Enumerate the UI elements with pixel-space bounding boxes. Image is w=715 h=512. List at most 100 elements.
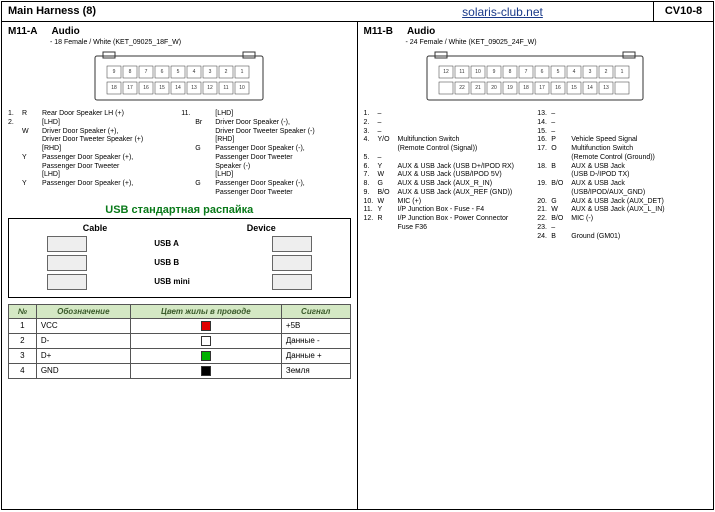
site-link[interactable]: solaris-club.net	[352, 2, 653, 21]
connector-subtitle: - 18 Female / White (KET_09025_18F_W)	[50, 39, 351, 46]
columns: M11-A Audio - 18 Female / White (KET_090…	[2, 22, 713, 510]
svg-text:1: 1	[241, 69, 244, 75]
usb-title: USB стандартная распайка	[8, 204, 351, 216]
svg-text:13: 13	[191, 85, 197, 91]
usb-row: USB mini	[13, 274, 346, 290]
svg-text:18: 18	[523, 85, 529, 91]
pin-table-b: 1.–2.–3.–4.Y/OMultifunction Switch(Remot…	[364, 110, 708, 241]
connector-diagram-a: 987654321181716151413121110	[69, 50, 289, 110]
svg-text:15: 15	[571, 85, 577, 91]
svg-text:7: 7	[145, 69, 148, 75]
wire-th-label: Обозначение	[36, 304, 130, 318]
page: Main Harness (8) solaris-club.net CV10-8…	[1, 1, 714, 510]
pin-row: Speaker (-)	[181, 163, 350, 172]
left-column: M11-A Audio - 18 Female / White (KET_090…	[2, 22, 358, 510]
pin-row: Passenger Door Tweeter	[181, 189, 350, 198]
pin-row: 4.Y/OMultifunction Switch	[364, 136, 534, 145]
usb-device-icon	[272, 236, 312, 252]
connector-name: Audio	[51, 26, 79, 37]
connector-header: M11-A Audio	[8, 26, 351, 37]
connector-name: Audio	[407, 26, 435, 37]
pin-row: 1.–	[364, 110, 534, 119]
svg-text:8: 8	[129, 69, 132, 75]
pin-row: (Remote Control (Signal))	[364, 145, 534, 154]
usb-row: USB A	[13, 236, 346, 252]
usb-device-icon	[272, 255, 312, 271]
svg-text:5: 5	[557, 69, 560, 75]
wire-th-color: Цвет жилы в проводе	[130, 304, 281, 318]
pin-row: WDriver Door Speaker (+),	[8, 128, 177, 137]
connector-diagram-b: 12111098765432122212019181716151413	[405, 50, 665, 110]
usb-pinout-box: Cable Device USB AUSB BUSB mini	[8, 218, 351, 298]
svg-text:22: 22	[459, 85, 465, 91]
wire-row: 2D-Данные -	[9, 333, 351, 348]
svg-text:11: 11	[460, 69, 465, 75]
svg-text:14: 14	[587, 85, 593, 91]
pin-row: 2.–	[364, 119, 534, 128]
svg-text:3: 3	[209, 69, 212, 75]
usb-cable-icon	[47, 274, 87, 290]
wire-th-signal: Сигнал	[281, 304, 350, 318]
pin-row: YPassenger Door Speaker (+),	[8, 154, 177, 163]
pin-row: 11.YI/P Junction Box - Fuse - F4	[364, 206, 534, 215]
svg-text:13: 13	[603, 85, 609, 91]
svg-text:16: 16	[143, 85, 149, 91]
pin-row: [LHD]	[181, 171, 350, 180]
pin-row: (USB/IPOD/AUX_GND)	[537, 189, 707, 198]
wire-row: 1VCC+5В	[9, 318, 351, 333]
svg-text:3: 3	[589, 69, 592, 75]
pin-table-a: 1.RRear Door Speaker LH (+)2.[LHD]WDrive…	[8, 110, 351, 198]
wire-row: 4GNDЗемля	[9, 363, 351, 378]
pin-row: 7.WAUX & USB Jack (USB/IPOD 5V)	[364, 171, 534, 180]
svg-text:11: 11	[224, 85, 229, 91]
usb-row: USB B	[13, 255, 346, 271]
usb-wire-table: № Обозначение Цвет жилы в проводе Сигнал…	[8, 304, 351, 379]
pin-row: 9.B/OAUX & USB Jack (AUX_REF (GND))	[364, 189, 534, 198]
usb-type-label: USB A	[154, 239, 204, 248]
pin-row: 18.BAUX & USB Jack	[537, 163, 707, 172]
pin-row: [RHD]	[181, 136, 350, 145]
svg-text:5: 5	[177, 69, 180, 75]
svg-text:2: 2	[225, 69, 228, 75]
pin-row: [RHD]	[8, 145, 177, 154]
pin-row: 21.WAUX & USB Jack (AUX_L_IN)	[537, 206, 707, 215]
connector-subtitle: - 24 Female / White (KET_09025_24F_W)	[406, 39, 708, 46]
pin-row: 22.B/OMIC (-)	[537, 215, 707, 224]
pin-row: GPassenger Door Speaker (-),	[181, 145, 350, 154]
usb-cable-icon	[47, 255, 87, 271]
pin-row: 13.–	[537, 110, 707, 119]
svg-text:2: 2	[605, 69, 608, 75]
pin-row: Passenger Door Tweeter	[181, 154, 350, 163]
svg-text:12: 12	[443, 69, 449, 75]
pin-row: 19.B/OAUX & USB Jack	[537, 180, 707, 189]
pin-row: GPassenger Door Speaker (-),	[181, 180, 350, 189]
usb-cable-icon	[47, 236, 87, 252]
pin-row: Fuse F36	[364, 224, 534, 233]
header: Main Harness (8) solaris-club.net CV10-8	[2, 2, 713, 22]
pin-row: 5.–	[364, 154, 534, 163]
usb-device-icon	[272, 274, 312, 290]
svg-text:17: 17	[539, 85, 545, 91]
svg-text:1: 1	[621, 69, 624, 75]
pin-row: 14.–	[537, 119, 707, 128]
connector-id: M11-A	[8, 26, 37, 37]
pin-row: 24.BGround (GM01)	[537, 233, 707, 242]
svg-text:6: 6	[541, 69, 544, 75]
svg-text:9: 9	[113, 69, 116, 75]
pin-row: 3.–	[364, 128, 534, 137]
pin-row: 16.PVehicle Speed Signal	[537, 136, 707, 145]
right-column: M11-B Audio - 24 Female / White (KET_090…	[358, 22, 714, 510]
svg-text:10: 10	[239, 85, 245, 91]
pin-row: YPassenger Door Speaker (+),	[8, 180, 177, 189]
svg-text:6: 6	[161, 69, 164, 75]
svg-text:4: 4	[193, 69, 196, 75]
pin-row: Passenger Door Tweeter	[8, 163, 177, 172]
pin-row: 20.GAUX & USB Jack (AUX_DET)	[537, 198, 707, 207]
pin-row: 12.RI/P Junction Box - Power Connector	[364, 215, 534, 224]
pin-row: 23.–	[537, 224, 707, 233]
svg-text:9: 9	[493, 69, 496, 75]
svg-text:19: 19	[507, 85, 513, 91]
pin-row: BrDriver Door Speaker (-),	[181, 119, 350, 128]
svg-text:18: 18	[111, 85, 117, 91]
connector-id: M11-B	[364, 26, 393, 37]
